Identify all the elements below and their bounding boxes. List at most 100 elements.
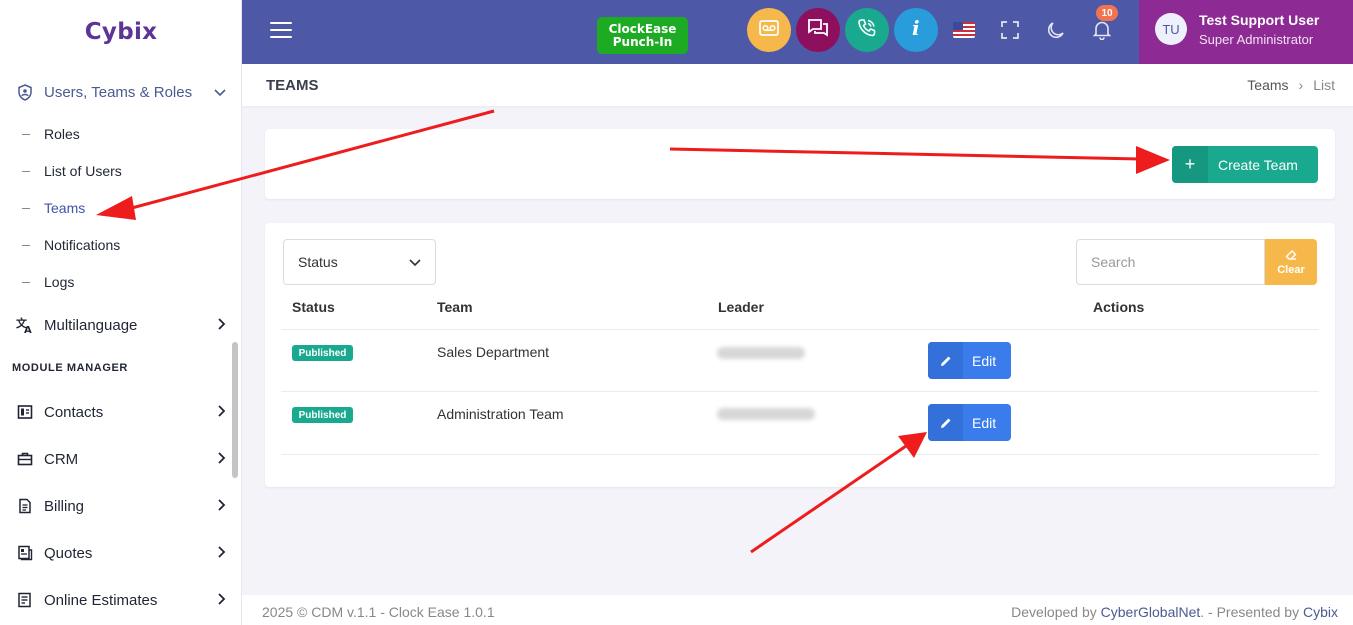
create-team-label: Create Team	[1218, 156, 1298, 173]
sidebar-item-teams[interactable]: Teams	[22, 197, 222, 219]
table-divider	[281, 329, 1319, 330]
voicemail-button[interactable]	[747, 8, 791, 52]
sidebar-item-label: Billing	[44, 497, 85, 515]
eraser-icon	[1285, 249, 1297, 264]
fullscreen-icon[interactable]	[998, 18, 1022, 42]
sidebar-item-label: Quotes	[44, 544, 93, 562]
sidebar-item-label: Logs	[44, 274, 75, 290]
sidebar-item-notifications[interactable]: Notifications	[22, 234, 222, 256]
column-header-leader: Leader	[718, 299, 764, 315]
phone-call-icon	[857, 18, 877, 43]
user-role: Super Administrator	[1199, 32, 1314, 47]
sidebar-item-label: Notifications	[44, 237, 121, 253]
calls-button[interactable]	[845, 8, 889, 52]
team-name: Sales Department	[437, 344, 550, 360]
leader-name-redacted	[717, 408, 815, 420]
sidebar-item-contacts[interactable]: Contacts	[16, 400, 226, 424]
chevron-right-icon	[218, 317, 226, 334]
dash-icon	[22, 170, 30, 172]
sidebar-item-label: Online Estimates	[44, 591, 158, 609]
chevron-right-icon	[218, 498, 226, 515]
teams-table-card: Status Clear Status Team Leader Actions …	[265, 223, 1335, 487]
avatar: TU	[1155, 13, 1187, 45]
chat-button[interactable]	[796, 8, 840, 52]
sidebar-scrollbar[interactable]	[232, 342, 238, 478]
chat-icon	[807, 18, 829, 43]
chevron-right-icon: ›	[1298, 77, 1304, 93]
breadcrumb-current: List	[1313, 77, 1335, 93]
status-badge: Published	[292, 407, 353, 423]
breadcrumb: Teams › List	[1247, 77, 1335, 93]
column-header-team: Team	[437, 299, 473, 315]
contacts-icon	[16, 403, 34, 421]
edit-button[interactable]: Edit	[928, 404, 1011, 441]
toolbar-card: + Create Team	[265, 129, 1335, 199]
page-title: TEAMS	[266, 77, 319, 94]
sidebar-item-label: CRM	[44, 450, 79, 468]
voicemail-icon	[759, 19, 779, 41]
sidebar-group-users-teams-roles[interactable]: Users, Teams & Roles	[16, 80, 226, 104]
footer: 2025 © CDM v.1.1 - Clock Ease 1.0.1 Deve…	[242, 595, 1353, 625]
breadcrumb-teams-link[interactable]: Teams	[1247, 77, 1288, 93]
briefcase-icon	[16, 450, 34, 468]
footer-developed-by: Developed by	[1011, 604, 1097, 620]
billing-icon	[16, 497, 34, 515]
clockease-label-line2: Punch-In	[612, 34, 673, 49]
pencil-icon	[928, 404, 963, 441]
edit-label: Edit	[972, 414, 997, 431]
sidebar-item-crm[interactable]: CRM	[16, 447, 226, 471]
sidebar-item-list-of-users[interactable]: List of Users	[22, 160, 222, 182]
edit-button[interactable]: Edit	[928, 342, 1011, 379]
info-button[interactable]: i	[894, 8, 938, 52]
app-logo[interactable]: Cybix	[0, 0, 242, 64]
sidebar-item-quotes[interactable]: Quotes	[16, 541, 226, 565]
sidebar-item-label: Contacts	[44, 403, 104, 421]
sidebar-item-logs[interactable]: Logs	[22, 271, 222, 293]
create-team-button[interactable]: + Create Team	[1172, 146, 1318, 183]
chevron-right-icon	[218, 545, 226, 562]
user-name: Test Support User	[1199, 12, 1320, 28]
footer-copyright: 2025 © CDM v.1.1 - Clock Ease 1.0.1	[262, 604, 495, 620]
table-divider	[281, 391, 1319, 392]
sidebar-item-label: List of Users	[44, 163, 122, 179]
sidebar-item-multilanguage[interactable]: 文A Multilanguage	[16, 313, 226, 337]
sidebar-item-label: Multilanguage	[44, 316, 138, 334]
sidebar-item-billing[interactable]: Billing	[16, 494, 226, 518]
status-badge: Published	[292, 345, 353, 361]
language-flag-us-icon[interactable]	[952, 18, 976, 42]
info-icon: i	[909, 16, 923, 43]
column-header-actions: Actions	[1093, 299, 1145, 315]
clear-label: Clear	[1277, 263, 1305, 276]
dark-mode-moon-icon[interactable]	[1044, 18, 1068, 42]
sidebar: Cybix Users, Teams & Roles Roles List of…	[0, 0, 242, 625]
chevron-right-icon	[218, 451, 226, 468]
chevron-down-icon	[214, 84, 226, 101]
top-header: ClockEase Punch-In i 10 TU Test Support …	[242, 0, 1353, 64]
quotes-icon	[16, 544, 34, 562]
clockease-punch-in-button[interactable]: ClockEase Punch-In	[597, 17, 688, 54]
translate-icon: 文A	[16, 316, 34, 334]
leader-name-redacted	[717, 347, 805, 359]
footer-presenter-link[interactable]: Cybix	[1303, 604, 1338, 620]
search-input[interactable]	[1076, 239, 1265, 285]
hamburger-menu-icon[interactable]	[270, 22, 292, 42]
sidebar-item-roles[interactable]: Roles	[22, 123, 222, 145]
sidebar-item-label: Roles	[44, 126, 80, 142]
sidebar-item-online-estimates[interactable]: Online Estimates	[16, 588, 226, 612]
svg-text:i: i	[912, 18, 920, 38]
notification-count-badge: 10	[1096, 5, 1118, 21]
clockease-label-line1: ClockEase	[608, 21, 677, 36]
shield-user-icon	[16, 83, 34, 101]
status-filter-select[interactable]: Status	[283, 239, 436, 285]
dash-icon	[22, 133, 30, 135]
section-title-module-manager: MODULE MANAGER	[12, 362, 128, 374]
user-profile-menu[interactable]: TU Test Support User Super Administrator	[1139, 0, 1353, 64]
notification-bell-icon[interactable]	[1090, 18, 1114, 42]
estimates-icon	[16, 591, 34, 609]
table-divider	[281, 454, 1319, 455]
clear-filters-button[interactable]: Clear	[1265, 239, 1317, 285]
logo-text: Cybix	[84, 19, 158, 45]
footer-developer-link[interactable]: CyberGlobalNet	[1101, 604, 1201, 620]
edit-label: Edit	[972, 352, 997, 369]
page-title-bar: TEAMS Teams › List	[242, 64, 1353, 106]
